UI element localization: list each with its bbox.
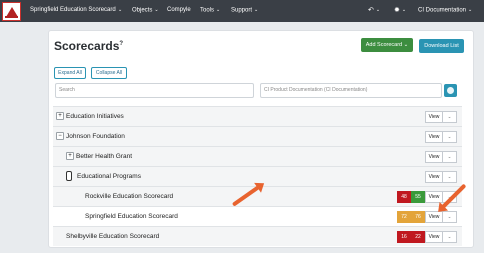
- search-input[interactable]: Search: [55, 83, 254, 98]
- download-list-button[interactable]: Download List: [419, 39, 464, 53]
- expand-toggle-icon[interactable]: +: [56, 112, 64, 120]
- view-button[interactable]: View: [425, 131, 443, 143]
- collapse-toggle-icon[interactable]: [66, 171, 72, 181]
- chevron-down-icon: ⌄: [468, 7, 473, 13]
- score-badge: 76: [411, 211, 425, 223]
- page-title: Scorecards?: [54, 39, 124, 53]
- score-badge: 22: [411, 231, 425, 243]
- add-scorecard-button[interactable]: Add Scorecard ⌄: [361, 38, 413, 52]
- app-title[interactable]: Springfield Education Scorecard: [30, 7, 116, 13]
- list-item[interactable]: + Better Health Grant View ⌄: [53, 146, 462, 166]
- chevron-down-icon: ⌄: [216, 7, 221, 13]
- filter-input[interactable]: CI Product Documentation (CI Documentati…: [260, 83, 442, 98]
- chevron-down-icon: ⌄: [154, 7, 159, 13]
- caret-down-icon[interactable]: ⌄: [116, 7, 122, 14]
- collapse-all-button[interactable]: Collapse All: [91, 67, 127, 79]
- view-button[interactable]: View: [425, 171, 443, 183]
- chevron-down-icon: ⌄: [403, 42, 409, 48]
- row-label: Educational Programs: [77, 173, 141, 180]
- row-label: Rockville Education Scorecard: [85, 193, 174, 200]
- view-button[interactable]: View: [425, 191, 443, 203]
- chevron-down-icon[interactable]: ⌄: [443, 111, 457, 123]
- gear-icon[interactable]: ✹ ⌄: [394, 6, 406, 14]
- score-badge: 55: [411, 191, 425, 203]
- view-button[interactable]: View: [425, 231, 443, 243]
- app-logo[interactable]: [2, 2, 21, 21]
- undo-icon[interactable]: ↶ ⌄: [368, 6, 380, 14]
- score-badge: 72: [397, 211, 411, 223]
- score-badge: 16: [397, 231, 411, 243]
- expand-all-button[interactable]: Expand All: [54, 67, 86, 79]
- row-label: Shelbyville Education Scorecard: [66, 233, 160, 240]
- help-icon[interactable]: ?: [119, 41, 123, 47]
- menu-compyle[interactable]: Compyle: [167, 7, 191, 13]
- row-label: Better Health Grant: [76, 153, 132, 160]
- top-nav-bar: Springfield Education Scorecard ⌄ Object…: [0, 0, 484, 22]
- chevron-down-icon[interactable]: ⌄: [443, 171, 457, 183]
- score-badge: 48: [397, 191, 411, 203]
- list-item[interactable]: − Johnson Foundation View ⌄: [53, 126, 462, 146]
- chevron-down-icon[interactable]: ⌄: [443, 131, 457, 143]
- chevron-down-icon: ⌄: [254, 7, 259, 13]
- view-button[interactable]: View: [425, 151, 443, 163]
- menu-objects[interactable]: Objects ⌄: [132, 7, 159, 14]
- row-label: Johnson Foundation: [66, 133, 125, 140]
- view-button[interactable]: View: [425, 111, 443, 123]
- collapse-toggle-icon[interactable]: −: [56, 132, 64, 140]
- list-item[interactable]: Shelbyville Education Scorecard 16 22 Vi…: [53, 226, 462, 246]
- menu-tools[interactable]: Tools ⌄: [200, 7, 220, 14]
- chevron-down-icon[interactable]: ⌄: [443, 151, 457, 163]
- filter-go-button[interactable]: [444, 84, 457, 97]
- scorecards-panel: Scorecards? Add Scorecard ⌄ Download Lis…: [48, 30, 474, 248]
- list-item[interactable]: Springfield Education Scorecard 72 76 Vi…: [53, 206, 462, 226]
- list-item[interactable]: + Education Initiatives View ⌄: [53, 106, 462, 126]
- user-menu[interactable]: CI Documentation ⌄: [418, 7, 472, 14]
- expand-toggle-icon[interactable]: +: [66, 152, 74, 160]
- chevron-down-icon[interactable]: ⌄: [443, 231, 457, 243]
- row-label: Education Initiatives: [66, 113, 124, 120]
- row-label: Springfield Education Scorecard: [85, 213, 178, 220]
- menu-support[interactable]: Support ⌄: [231, 7, 258, 14]
